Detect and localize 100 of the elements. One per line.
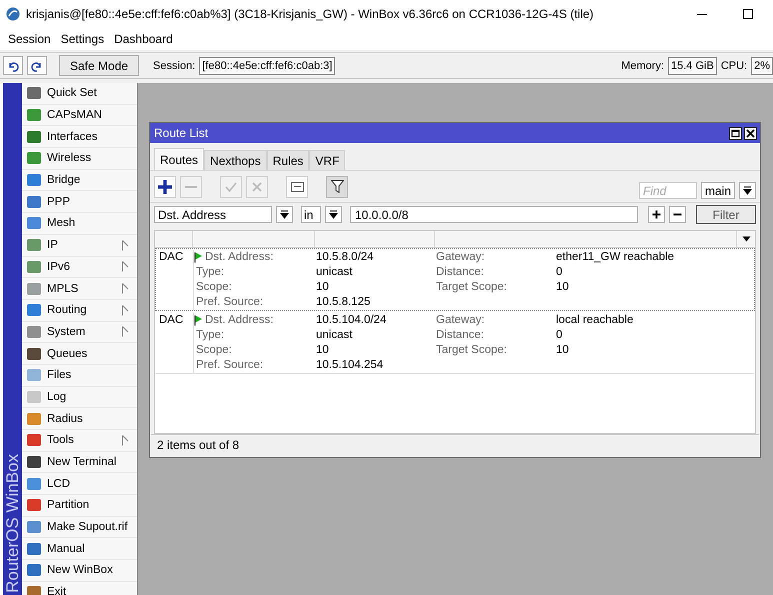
field-value: 10 (316, 280, 330, 295)
find-field[interactable]: Find (638, 182, 697, 199)
session-label: Session: (153, 60, 196, 72)
field-value: unicast (316, 328, 354, 343)
dropdown-button[interactable] (276, 206, 293, 223)
route-row[interactable]: DAC Dst. Address: 10.5.104.0/24 Gateway: local reachable Type: unicast Distance: 0 Scope: 10 Target Scope: 10 Pref. Source: 10.5.104.254 (155, 311, 755, 374)
field-label: Scope: (196, 280, 232, 295)
menu-item[interactable]: Mesh (22, 213, 137, 235)
menu-item[interactable]: New Terminal (22, 452, 137, 474)
field-value: 10.5.8.0/24 (316, 250, 375, 265)
dropdown-arrow-icon[interactable] (742, 236, 750, 242)
field-label: Gateway: (436, 250, 486, 265)
field-label: Distance: (436, 328, 485, 343)
menu-item[interactable]: IPv6 (22, 256, 137, 278)
menu-item[interactable]: Quick Set (22, 83, 137, 105)
menu-item[interactable]: Manual (22, 538, 137, 560)
tile-icon (26, 390, 42, 404)
tab[interactable]: VRF (309, 150, 346, 170)
tile-icon (26, 238, 42, 252)
field-label: Type: (196, 265, 224, 280)
menu-item[interactable]: Partition (22, 495, 137, 517)
field-value: 10 (556, 280, 570, 295)
field-label: Target Scope: (436, 343, 508, 358)
plus-icon (158, 180, 172, 194)
filter-value-field[interactable]: 10.0.0.0/8 (350, 206, 638, 223)
menu-item[interactable]: IP (22, 234, 137, 256)
tile-icon (26, 130, 42, 144)
filter-field-select[interactable]: Dst. Address (154, 206, 272, 223)
tile-icon (26, 455, 42, 470)
field-value: local reachable (556, 313, 634, 328)
brand-text: RouterOS WinBox (3, 454, 22, 595)
field-label: Scope: (196, 343, 232, 358)
menu-item[interactable]: Interfaces (22, 126, 137, 148)
note-icon (290, 182, 304, 192)
menu-item[interactable]: Settings (56, 32, 110, 46)
menu-item[interactable]: Dashboard (109, 32, 178, 46)
session-value: [fe80::4e5e:cff:fef6:c0ab:3] (199, 56, 336, 74)
menu-item[interactable]: CAPsMAN (22, 104, 137, 126)
menu-item[interactable]: Log (22, 386, 137, 408)
filter-button[interactable] (326, 176, 348, 198)
check-icon (225, 182, 237, 192)
field-value: 10.5.104.254 (316, 358, 384, 373)
dropdown-arrow-icon (743, 186, 752, 195)
menu-item[interactable]: Exit (22, 582, 137, 595)
menu-item[interactable]: LCD (22, 473, 137, 496)
filter-button[interactable]: Filter (696, 205, 756, 224)
add-condition-button[interactable] (648, 206, 665, 223)
tile-icon (26, 368, 42, 382)
tile-icon (26, 412, 42, 426)
close-button[interactable] (744, 126, 757, 140)
redo-button[interactable] (27, 56, 47, 75)
field-label: Pref. Source: (196, 295, 264, 310)
menu-item[interactable]: Make Supout.rif (22, 516, 137, 538)
remove-condition-button[interactable] (669, 206, 686, 223)
operator-select[interactable]: in (301, 206, 321, 223)
menu-item[interactable]: Tools (22, 430, 137, 452)
funnel-icon (330, 180, 344, 193)
tile-icon (26, 151, 42, 166)
safe-mode-button[interactable]: Safe Mode (59, 55, 140, 76)
tile-icon (26, 585, 42, 595)
tile-icon (26, 433, 42, 448)
field-label: Distance: (436, 265, 485, 280)
app-logo-icon (6, 7, 20, 21)
menu-item[interactable]: Bridge (22, 170, 137, 192)
menu-item[interactable]: New WinBox (22, 560, 137, 582)
maximize-button[interactable] (729, 126, 742, 140)
menu-item[interactable]: Files (22, 364, 137, 387)
table-select[interactable]: main (700, 182, 735, 199)
cpu-label: CPU: (720, 60, 748, 72)
dropdown-arrow-icon (329, 210, 338, 219)
field-value: 10.5.104.0/24 (316, 313, 388, 328)
tile-icon (26, 108, 42, 122)
tile-icon (26, 173, 42, 188)
tab[interactable]: Routes (154, 148, 204, 170)
field-value: 0 (556, 265, 564, 280)
tile-icon (26, 260, 42, 274)
flags-cell: DAC (156, 250, 194, 310)
field-label: Gateway: (436, 313, 486, 328)
add-button[interactable] (154, 176, 176, 198)
menu-item[interactable]: Routing (22, 300, 137, 322)
comment-button[interactable] (286, 176, 308, 198)
field-label: Target Scope: (436, 280, 508, 295)
menu-item[interactable]: Radius (22, 408, 137, 430)
menu-item[interactable]: Wireless (22, 148, 137, 170)
plus-icon (652, 210, 661, 219)
status-text: 2 items out of 8 (151, 434, 759, 455)
undo-button[interactable] (3, 56, 23, 75)
minus-icon (185, 186, 197, 188)
dropdown-button[interactable] (325, 206, 342, 223)
tab[interactable]: Nexthops (204, 150, 267, 170)
tile-icon (26, 324, 42, 339)
tab[interactable]: Rules (266, 150, 310, 170)
close-icon (746, 128, 755, 138)
menu-item[interactable]: System (22, 322, 137, 344)
tile-icon (26, 194, 42, 209)
menu-item[interactable]: MPLS (22, 278, 137, 300)
table-dropdown-button[interactable] (739, 182, 756, 199)
menu-item[interactable]: Queues (22, 343, 137, 365)
menu-item[interactable]: Session (3, 32, 56, 46)
menu-item[interactable]: PPP (22, 191, 137, 214)
